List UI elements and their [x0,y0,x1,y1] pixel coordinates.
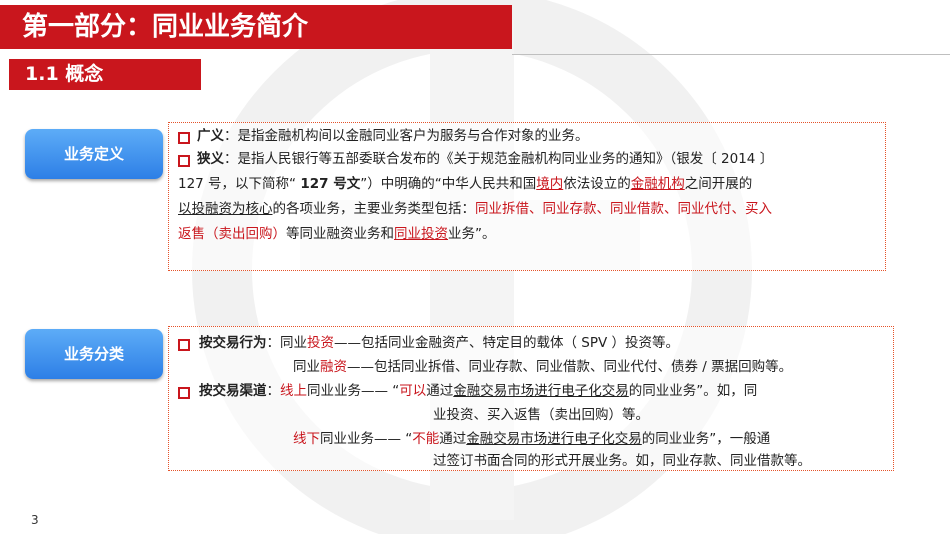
behavior-line2: 同业融资——包括同业拆借、同业存款、同业借款、同业代付、债券 / 票据回购等。 [293,356,792,379]
page-title: 第一部分：同业业务简介 [22,12,309,42]
highlight-market: 金融交易市场进行电子化交易 [453,383,629,399]
text-run: ”）中明确的“中华人民共和国 [360,176,537,192]
highlight-finance: 融资 [320,359,347,375]
section-title: 1.1 概念 [25,63,104,85]
narrow-term: 狭义 [197,151,224,167]
highlight-investment: 同业投资 [394,226,448,242]
highlight-cannot: 不能 [412,431,440,447]
text-run: ——包括同业金融资产、特定目的载体（ SPV ）投资等。 [334,335,680,351]
highlight-core: 以投融资为核心 [178,201,273,217]
text-run: 之间开展的 [684,176,753,192]
text-run: ——包括同业拆借、同业存款、同业借款、同业代付、债券 / 票据回购等。 [347,359,793,375]
highlight-domestic: 境内 [536,176,564,192]
behavior-line1: 按交易行为：同业投资——包括同业金融资产、特定目的载体（ SPV ）投资等。 [199,332,679,355]
highlight-market: 金融交易市场进行电子化交易 [466,431,642,447]
highlight-repo: 返售（卖出回购） [178,226,286,242]
classification-box: 按交易行为：同业投资——包括同业金融资产、特定目的载体（ SPV ）投资等。 同… [168,326,894,471]
highlight-invest: 投资 [307,335,334,351]
broad-text: ：是指金融机构间以金融同业客户为服务与合作对象的业务。 [224,128,589,144]
doc-number: 127 号文 [300,176,361,192]
checkbox-bullet-icon [178,155,190,167]
channel-line4: 过签订书面合同的形式开展业务。如，同业存款、同业借款等。 [433,453,811,469]
section-bar: 1.1 概念 [9,59,201,90]
title-bar: 第一部分：同业业务简介 [0,5,512,49]
highlight-offline: 线下 [293,431,320,447]
text-run: 业务”。 [448,226,496,242]
checkbox-bullet-icon [178,387,190,399]
narrow-definition-line2: 127 号，以下简称“ 127 号文”）中明确的“中华人民共和国境内依法设立的金… [178,173,752,196]
text-run: 的同业业务”。如，同 [628,383,758,399]
text-run: 的各项业务，主要业务类型包括： [272,201,476,217]
title-divider [512,54,950,55]
definition-box: 广义：是指金融机构间以金融同业客户为服务与合作对象的业务。 狭义：是指人民银行等… [168,122,886,271]
channel-line3: 线下同业业务—— “不能通过金融交易市场进行电子化交易的同业业务”，一般通 [293,428,770,451]
channel-term: 按交易渠道 [199,383,267,399]
text-run: 127 号，以下简称“ [178,176,301,192]
highlight-financial-institution: 金融机构 [630,176,685,192]
broad-term: 广义 [197,128,224,144]
text-run: ： [266,383,281,399]
page-number: 3 [31,513,39,527]
text-run: 的同业业务”，一般通 [641,431,771,447]
channel-line1: 按交易渠道：线上同业业务—— “可以通过金融交易市场进行电子化交易的同业业务”。… [199,380,757,403]
broad-definition: 广义：是指金融机构间以金融同业客户为服务与合作对象的业务。 [197,125,589,148]
narrow-text-1: ：是指人民银行等五部委联合发布的《关于规范金融机构同业业务的通知》（银发〔 20… [224,151,774,167]
text-run: 等同业融资业务和 [286,226,394,242]
text-run: 同业 [280,335,307,351]
highlight-online: 线上 [280,383,307,399]
text-run: 通过 [439,431,467,447]
text-run: 同业业务—— “ [320,431,413,447]
checkbox-bullet-icon [178,339,190,351]
text-run: 通过 [426,383,454,399]
highlight-types: 同业拆借、同业存款、同业借款、同业代付、买入 [475,201,772,217]
channel-line2: 业投资、买入返售（卖出回购）等。 [433,407,649,423]
text-run: 同业业务—— “ [307,383,400,399]
narrow-definition-line3: 以投融资为核心的各项业务，主要业务类型包括：同业拆借、同业存款、同业借款、同业代… [178,198,772,221]
narrow-definition-line4: 返售（卖出回购）等同业融资业务和同业投资业务”。 [178,223,496,246]
highlight-can: 可以 [399,383,427,399]
classification-label: 业务分类 [25,329,163,379]
text-run: 同业 [293,359,320,375]
text-run: 依法设立的 [563,176,631,192]
narrow-definition-line1: 狭义：是指人民银行等五部委联合发布的《关于规范金融机构同业业务的通知》（银发〔 … [197,148,773,171]
definition-label: 业务定义 [25,129,163,179]
checkbox-bullet-icon [178,132,190,144]
behavior-term: 按交易行为 [199,335,267,351]
text-run: ： [266,335,281,351]
